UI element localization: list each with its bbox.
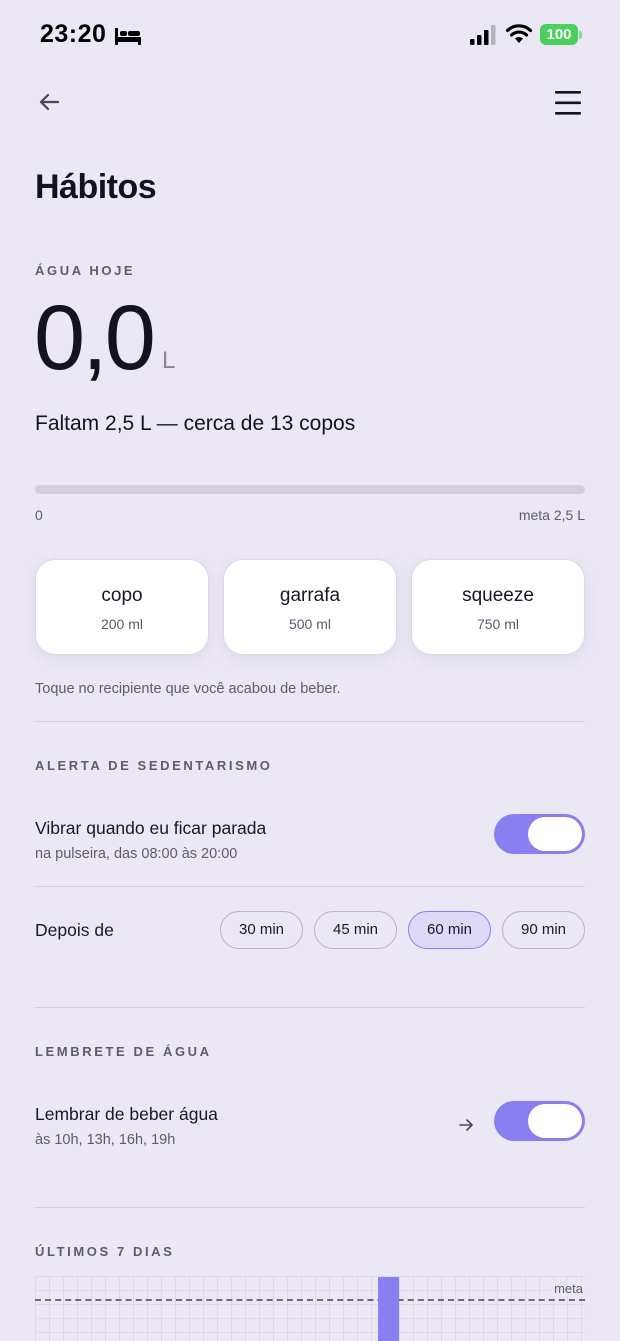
sedentary-section-label: ALERTA DE SEDENTARISMO (35, 758, 273, 773)
container-volume: 500 ml (288, 616, 332, 632)
section-divider (35, 1007, 585, 1008)
sedentary-alert-toggle[interactable] (494, 814, 585, 854)
toggle-knob (528, 1104, 582, 1138)
arrow-left-icon (39, 93, 60, 111)
status-time: 23:20 (40, 20, 107, 48)
container-card-garrafa[interactable]: garrafa 500 ml (223, 559, 397, 655)
water-remaining-text: Faltam 2,5 L — cerca de 13 copos (35, 412, 356, 435)
history-bar-today (378, 1277, 399, 1341)
battery-indicator: 100 (540, 24, 578, 45)
progress-goal-label: meta 2,5 L (518, 507, 585, 523)
toggle-knob (528, 817, 582, 851)
reminder-subtitle: às 10h, 13h, 16h, 19h (35, 1132, 176, 1148)
weekly-water-chart: meta (35, 1276, 585, 1341)
page-title: Hábitos (35, 168, 157, 206)
status-bar: 23:20 100 (0, 0, 620, 70)
water-intake-unit: L (162, 347, 176, 374)
cellular-signal-icon (470, 25, 496, 45)
section-divider (35, 1207, 585, 1208)
hamburger-menu-icon (555, 91, 581, 115)
bed-icon (115, 28, 141, 45)
battery-tip (579, 31, 582, 39)
sedentary-alert-subtitle: na pulseira, das 08:00 às 20:00 (35, 846, 238, 862)
interval-chip-45[interactable]: 45 min (314, 911, 397, 949)
reminder-section-label: LEMBRETE DE ÁGUA (35, 1044, 212, 1059)
water-section-label: ÁGUA HOJE (35, 263, 136, 278)
menu-button[interactable] (552, 86, 584, 120)
goal-line (35, 1299, 585, 1301)
interval-chip-90[interactable]: 90 min (502, 911, 585, 949)
container-card-copo[interactable]: copo 200 ml (35, 559, 209, 655)
history-section-label: ÚLTIMOS 7 DIAS (35, 1244, 175, 1259)
container-volume: 200 ml (100, 616, 144, 632)
reminder-title: Lembrar de beber água (35, 1104, 218, 1124)
interval-label: Depois de (35, 920, 114, 940)
arrow-right-icon[interactable] (457, 1116, 475, 1134)
wifi-icon (505, 24, 533, 43)
water-intake-value: 0,0 (34, 287, 156, 389)
interval-chip-60[interactable]: 60 min (408, 911, 491, 949)
water-progress-bar (35, 485, 585, 494)
section-divider (35, 721, 585, 722)
container-hint-text: Toque no recipiente que você acabou de b… (35, 681, 341, 697)
container-volume: 750 ml (476, 616, 520, 632)
container-name: garrafa (279, 585, 341, 606)
container-card-squeeze[interactable]: squeeze 750 ml (411, 559, 585, 655)
progress-min-label: 0 (35, 507, 43, 523)
interval-chip-30[interactable]: 30 min (220, 911, 303, 949)
container-name: copo (101, 585, 143, 606)
sedentary-alert-title: Vibrar quando eu ficar parada (35, 818, 267, 838)
container-name: squeeze (462, 585, 534, 606)
back-button[interactable] (34, 86, 66, 118)
reminder-toggle[interactable] (494, 1101, 585, 1141)
goal-line-label: meta (550, 1281, 583, 1296)
row-divider (35, 886, 585, 887)
